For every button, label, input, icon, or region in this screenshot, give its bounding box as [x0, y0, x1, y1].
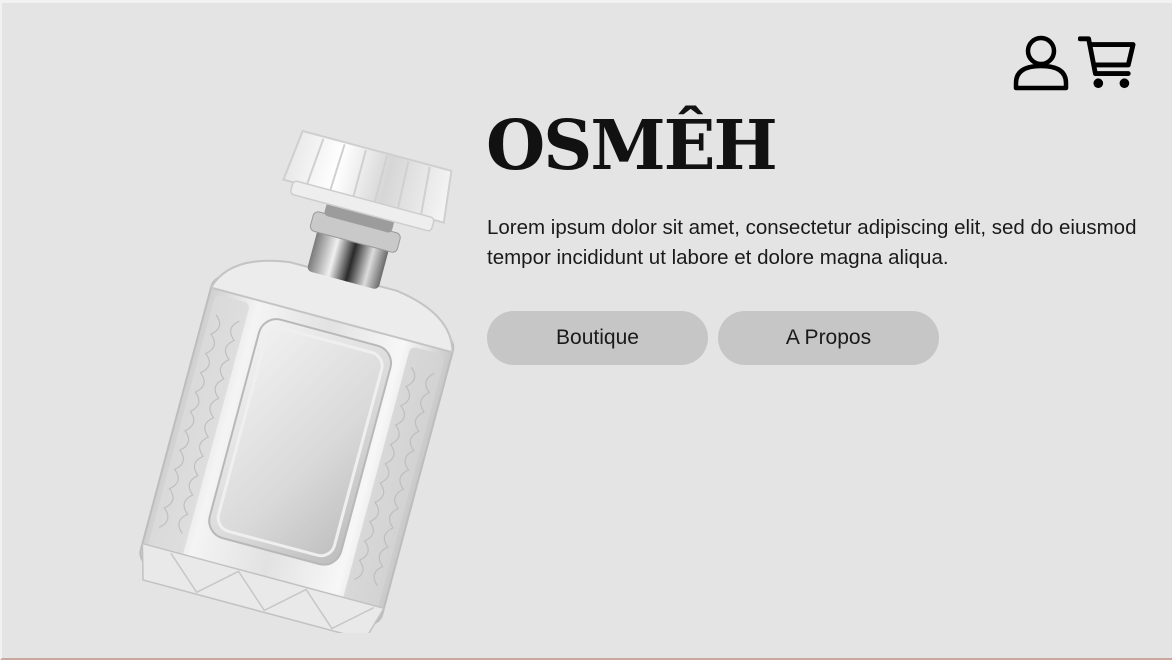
- hero-page: OSMÊH Lorem ipsum dolor sit amet, consec…: [0, 0, 1172, 660]
- hero-description: Lorem ipsum dolor sit amet, consectetur …: [487, 216, 1137, 269]
- hero-actions: Boutique A Propos: [487, 311, 939, 365]
- user-icon: [1013, 35, 1069, 91]
- account-button[interactable]: [1012, 31, 1070, 93]
- boutique-button[interactable]: Boutique: [487, 311, 708, 365]
- perfume-bottle-image: [139, 129, 455, 633]
- header-icons: [1012, 31, 1136, 93]
- cart-icon: [1078, 36, 1136, 89]
- cart-button[interactable]: [1078, 31, 1136, 93]
- brand-title: OSMÊH: [486, 106, 778, 186]
- about-button[interactable]: A Propos: [718, 311, 939, 365]
